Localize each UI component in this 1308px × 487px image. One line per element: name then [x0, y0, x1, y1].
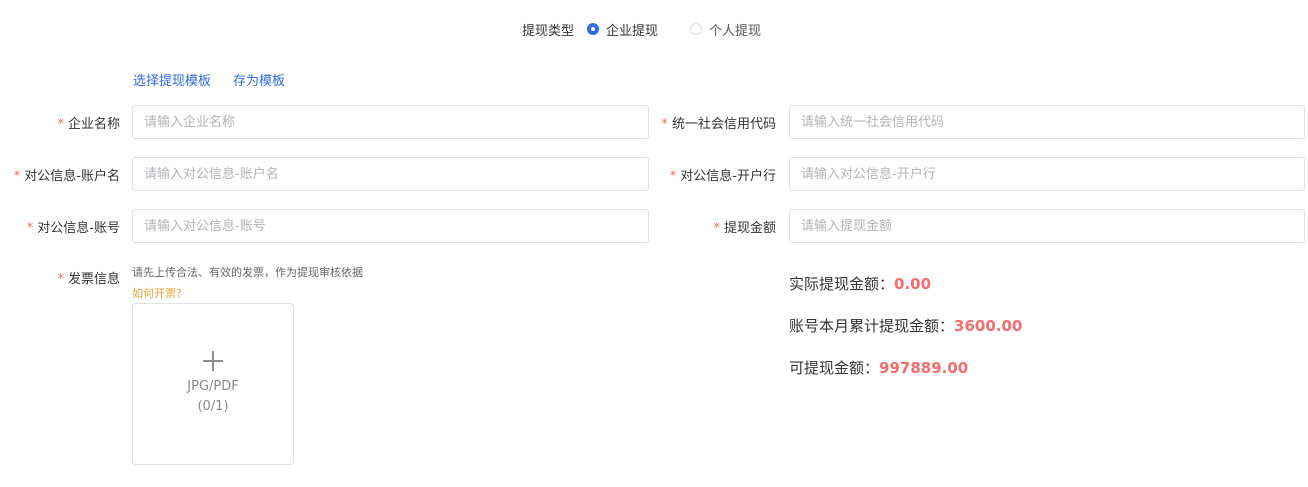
- how-to-invoice-link[interactable]: 如何开票?: [132, 285, 182, 301]
- invoice-label: * 发票信息: [57, 272, 120, 287]
- actual-amount-value: 0.00: [894, 275, 932, 293]
- select-template-link[interactable]: 选择提现模板: [133, 70, 211, 89]
- radio-personal-withdraw[interactable]: 个人提现: [690, 20, 761, 39]
- company-name-input[interactable]: [132, 105, 649, 139]
- available-amount-value: 997889.00: [879, 359, 969, 377]
- save-template-link[interactable]: 存为模板: [233, 70, 285, 89]
- available-amount-label: 可提现金额：: [789, 359, 880, 377]
- bank-name-input[interactable]: [789, 157, 1305, 191]
- required-mark: *: [661, 117, 668, 132]
- withdraw-form-page: 提现类型 企业提现 个人提现 选择提现模板 存为模板 *企业名称 *统一社会信用…: [0, 0, 1308, 487]
- credit-code-label: * 统一社会信用代码: [661, 117, 776, 132]
- withdraw-type-label: 提现类型: [522, 23, 575, 39]
- bank-name-label: * 对公信息-开户行: [669, 169, 776, 184]
- radio-unchecked-icon: [690, 23, 703, 35]
- plus-icon: [203, 351, 223, 371]
- actual-amount-row: 实际提现金额：0.00: [789, 273, 931, 294]
- invoice-hint: 请先上传合法、有效的发票，作为提现审核依据: [132, 266, 363, 279]
- required-mark: *: [57, 272, 64, 287]
- company-name-label: * 企业名称: [57, 117, 120, 132]
- radio-personal-withdraw-label: 个人提现: [709, 23, 762, 39]
- required-mark: *: [26, 221, 34, 236]
- account-number-input[interactable]: [132, 209, 649, 243]
- required-mark: *: [669, 169, 677, 184]
- account-number-label: * 对公信息-账号: [26, 221, 120, 236]
- template-links: 选择提现模板 存为模板: [133, 70, 307, 89]
- available-amount-row: 可提现金额：997889.00: [789, 357, 968, 378]
- account-name-input[interactable]: [132, 157, 649, 191]
- radio-company-withdraw-label: 企业提现: [606, 23, 659, 39]
- actual-amount-label: 实际提现金额：: [789, 275, 895, 293]
- monthly-amount-value: 3600.00: [954, 317, 1023, 335]
- withdraw-amount-input[interactable]: [789, 209, 1305, 243]
- account-name-label: * 对公信息-账户名: [13, 169, 120, 184]
- monthly-amount-row: 账号本月累计提现金额：3600.00: [789, 315, 1022, 336]
- credit-code-input[interactable]: [789, 105, 1305, 139]
- monthly-amount-label: 账号本月累计提现金额：: [789, 317, 955, 335]
- radio-company-withdraw[interactable]: 企业提现: [587, 20, 658, 39]
- invoice-upload-box[interactable]: JPG/PDF (0/1): [132, 303, 294, 465]
- required-mark: *: [13, 169, 21, 184]
- required-mark: *: [713, 221, 720, 236]
- radio-checked-icon: [587, 23, 600, 35]
- withdraw-type-row: 提现类型 企业提现 个人提现: [522, 19, 793, 39]
- required-mark: *: [57, 117, 64, 132]
- withdraw-amount-label: * 提现金额: [713, 221, 776, 236]
- upload-count: (0/1): [197, 399, 229, 414]
- upload-format: JPG/PDF: [187, 379, 239, 394]
